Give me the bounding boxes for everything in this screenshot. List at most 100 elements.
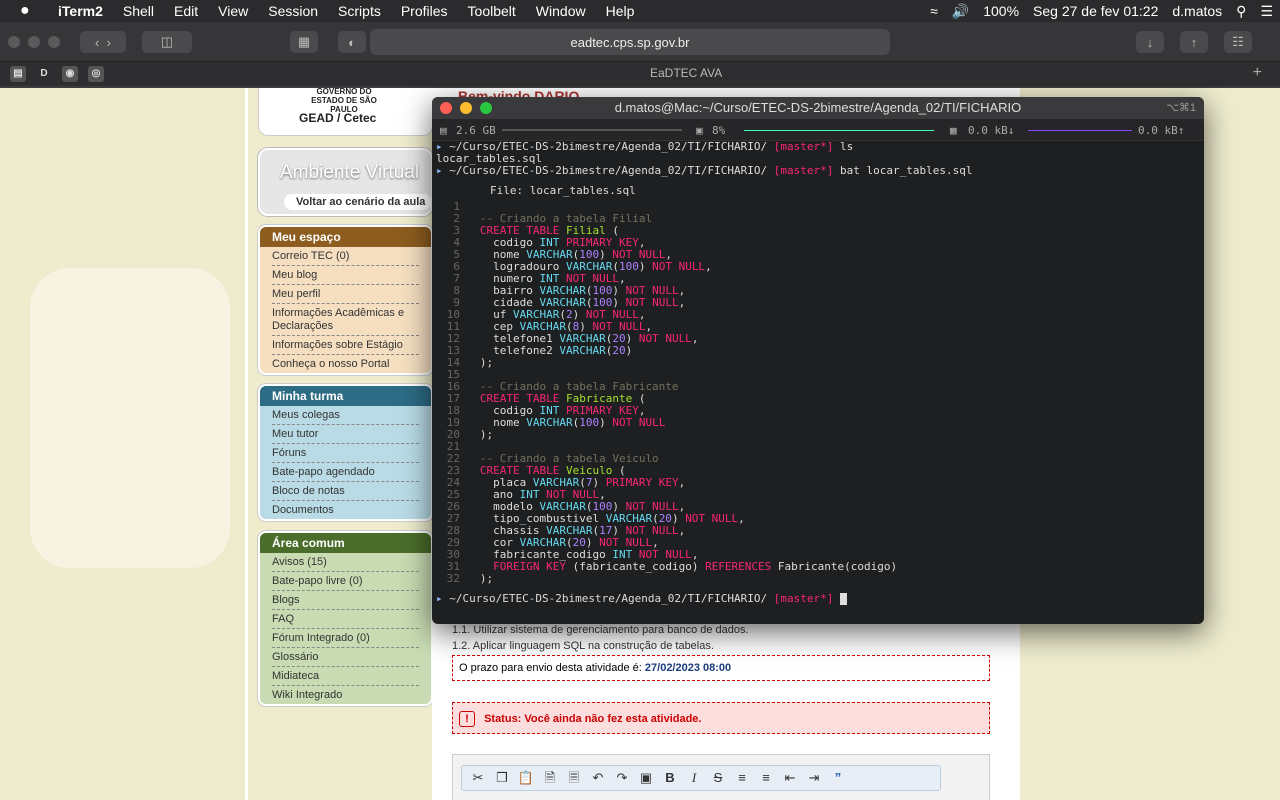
link-correio-tec[interactable]: Correio TEC (0) [272, 247, 419, 266]
terminal-zoom-button[interactable] [480, 102, 492, 114]
pinned-tab-eadtec-icon[interactable]: ▤ [10, 66, 26, 82]
link-bloco-notas[interactable]: Bloco de notas [272, 482, 419, 501]
link-meus-colegas[interactable]: Meus colegas [272, 406, 419, 425]
menu-view[interactable]: View [208, 3, 258, 19]
outdent-icon[interactable]: ⇤ [780, 768, 800, 788]
site-logo[interactable]: GOVERNO DO ESTADO DE SÃO PAULO GEAD / Ce… [258, 88, 433, 136]
link-bate-papo-agendado[interactable]: Bate-papo agendado [272, 463, 419, 482]
close-window-button[interactable] [8, 35, 20, 48]
menu-profiles[interactable]: Profiles [391, 3, 458, 19]
copy-icon[interactable]: ❐ [492, 768, 512, 788]
panel-title: Área comum [260, 533, 431, 553]
battery-percent[interactable]: 100% [976, 3, 1026, 19]
code-line: 17 CREATE TABLE Fabricante ( [446, 393, 646, 405]
ambiente-virtual-title: Ambiente Virtual [280, 162, 420, 183]
menu-edit[interactable]: Edit [164, 3, 208, 19]
undo-icon[interactable]: ↶ [588, 768, 608, 788]
link-bate-papo-livre[interactable]: Bate-papo livre (0) [272, 572, 419, 591]
editor-toolbar: ✂ ❐ 📋 🗎 🗏 ↶ ↷ ▣ B I S ≡ ≡ ⇤ ⇥ ” [461, 765, 941, 791]
code-line: 3 CREATE TABLE Filial ( [453, 225, 619, 237]
link-meu-tutor[interactable]: Meu tutor [272, 425, 419, 444]
pinned-tab-d[interactable]: D [36, 66, 52, 82]
menu-help[interactable]: Help [596, 3, 645, 19]
terminal-window[interactable]: d.matos@Mac:~/Curso/ETEC-DS-2bimestre/Ag… [432, 97, 1204, 624]
code-line: 7 numero INT NOT NULL, [453, 273, 626, 285]
pinned-tab-github-icon[interactable]: ◉ [62, 66, 78, 82]
zoom-window-button[interactable] [48, 35, 60, 48]
paste-icon[interactable]: 📋 [516, 768, 536, 788]
privacy-shield-icon[interactable]: ◐ [338, 31, 366, 53]
menu-app-name[interactable]: iTerm2 [48, 3, 113, 19]
command: ls [840, 141, 854, 153]
paste-text-icon[interactable]: 🗎 [540, 768, 560, 788]
rich-text-editor[interactable]: ✂ ❐ 📋 🗎 🗏 ↶ ↷ ▣ B I S ≡ ≡ ⇤ ⇥ ” [452, 754, 990, 800]
menu-session[interactable]: Session [258, 3, 328, 19]
minimize-window-button[interactable] [28, 35, 40, 48]
link-glossario[interactable]: Glossário [272, 648, 419, 667]
image-icon[interactable]: ▣ [636, 768, 656, 788]
deadline-date: 27/02/2023 08:00 [644, 662, 732, 674]
sidebar-toggle-icon[interactable]: ◫ [142, 31, 192, 53]
menu-shell[interactable]: Shell [113, 3, 164, 19]
link-foruns[interactable]: Fóruns [272, 444, 419, 463]
link-info-estagio[interactable]: Informações sobre Estágio [272, 336, 419, 355]
link-forum-integrado[interactable]: Fórum Integrado (0) [272, 629, 419, 648]
link-faq[interactable]: FAQ [272, 610, 419, 629]
downloads-icon[interactable]: ↓ [1136, 31, 1164, 53]
link-meu-perfil[interactable]: Meu perfil [272, 285, 419, 304]
wifi-icon[interactable]: ≈ [923, 3, 945, 19]
prompt-path: ~/Curso/ETEC-DS-2bimestre/Agenda_02/TI/F… [449, 141, 768, 153]
terminal-minimize-button[interactable] [460, 102, 472, 114]
numbered-list-icon[interactable]: ≡ [732, 768, 752, 788]
url-bar[interactable]: eadtec.cps.sp.gov.br [370, 29, 890, 55]
browser-toolbar: ‹ › ◫ ▦ ◐ eadtec.cps.sp.gov.br ↓ ↑ ☷ [0, 22, 1280, 62]
bat-file-label: File: locar_tables.sql [490, 184, 636, 197]
menu-toolbelt[interactable]: Toolbelt [458, 3, 526, 19]
cut-icon[interactable]: ✂ [468, 768, 488, 788]
tab-overview-icon[interactable]: ☷ [1224, 31, 1252, 53]
strikethrough-icon[interactable]: S [708, 768, 728, 788]
apple-icon[interactable]: ● [20, 2, 38, 20]
menu-scripts[interactable]: Scripts [328, 3, 391, 19]
indent-icon[interactable]: ⇥ [804, 768, 824, 788]
volume-icon[interactable]: 🔊 [945, 3, 976, 20]
back-forward-buttons[interactable]: ‹ › [80, 31, 126, 53]
menu-bar: ● iTerm2 Shell Edit View Session Scripts… [0, 0, 1280, 22]
link-info-academicas[interactable]: Informações Acadêmicas e Declarações [272, 304, 419, 336]
menu-window[interactable]: Window [526, 3, 596, 19]
new-tab-icon[interactable]: + [1253, 64, 1262, 82]
redo-icon[interactable]: ↷ [612, 768, 632, 788]
code-line: 30 fabricante_codigo INT NOT NULL, [446, 549, 699, 561]
link-wiki[interactable]: Wiki Integrado [272, 686, 419, 704]
code-line: 22 -- Criando a tabela Veiculo [446, 453, 659, 465]
git-branch: [master*] [773, 165, 834, 177]
link-avisos[interactable]: Avisos (15) [272, 553, 419, 572]
link-documentos[interactable]: Documentos [272, 501, 419, 519]
code-line: 19 nome VARCHAR(100) NOT NULL [446, 417, 666, 429]
terminal-titlebar: d.matos@Mac:~/Curso/ETEC-DS-2bimestre/Ag… [432, 97, 1204, 119]
control-center-icon[interactable]: ☰ [1253, 3, 1280, 20]
code-line: 2 -- Criando a tabela Filial [453, 213, 653, 225]
active-tab-title[interactable]: EaDTEC AVA [650, 66, 722, 80]
prompt-line: ▸ ~/Curso/ETEC-DS-2bimestre/Agenda_02/TI… [436, 141, 854, 153]
bold-icon[interactable]: B [660, 768, 680, 788]
code-line: 25 ano INT NOT NULL, [446, 489, 606, 501]
blockquote-icon[interactable]: ” [828, 768, 848, 788]
voltar-cenario-button[interactable]: Voltar ao cenário da aula [284, 194, 432, 210]
paste-word-icon[interactable]: 🗏 [564, 768, 584, 788]
pinned-tab-circle-icon[interactable]: ◎ [88, 66, 104, 82]
terminal-output: ▸ ~/Curso/ETEC-DS-2bimestre/Agenda_02/TI… [436, 141, 1202, 605]
user-name[interactable]: d.matos [1165, 3, 1229, 19]
italic-icon[interactable]: I [684, 768, 704, 788]
clock[interactable]: Seg 27 de fev 01:22 [1026, 3, 1165, 19]
link-blogs[interactable]: Blogs [272, 591, 419, 610]
code-line: 26 modelo VARCHAR(100) NOT NULL, [446, 501, 686, 513]
bullet-list-icon[interactable]: ≡ [756, 768, 776, 788]
reader-icon[interactable]: ▦ [290, 31, 318, 53]
terminal-close-button[interactable] [440, 102, 452, 114]
link-conheca-portal[interactable]: Conheça o nosso Portal [272, 355, 419, 373]
share-icon[interactable]: ↑ [1180, 31, 1208, 53]
link-midiateca[interactable]: Midiateca [272, 667, 419, 686]
search-icon[interactable]: ⚲ [1229, 3, 1253, 20]
link-meu-blog[interactable]: Meu blog [272, 266, 419, 285]
